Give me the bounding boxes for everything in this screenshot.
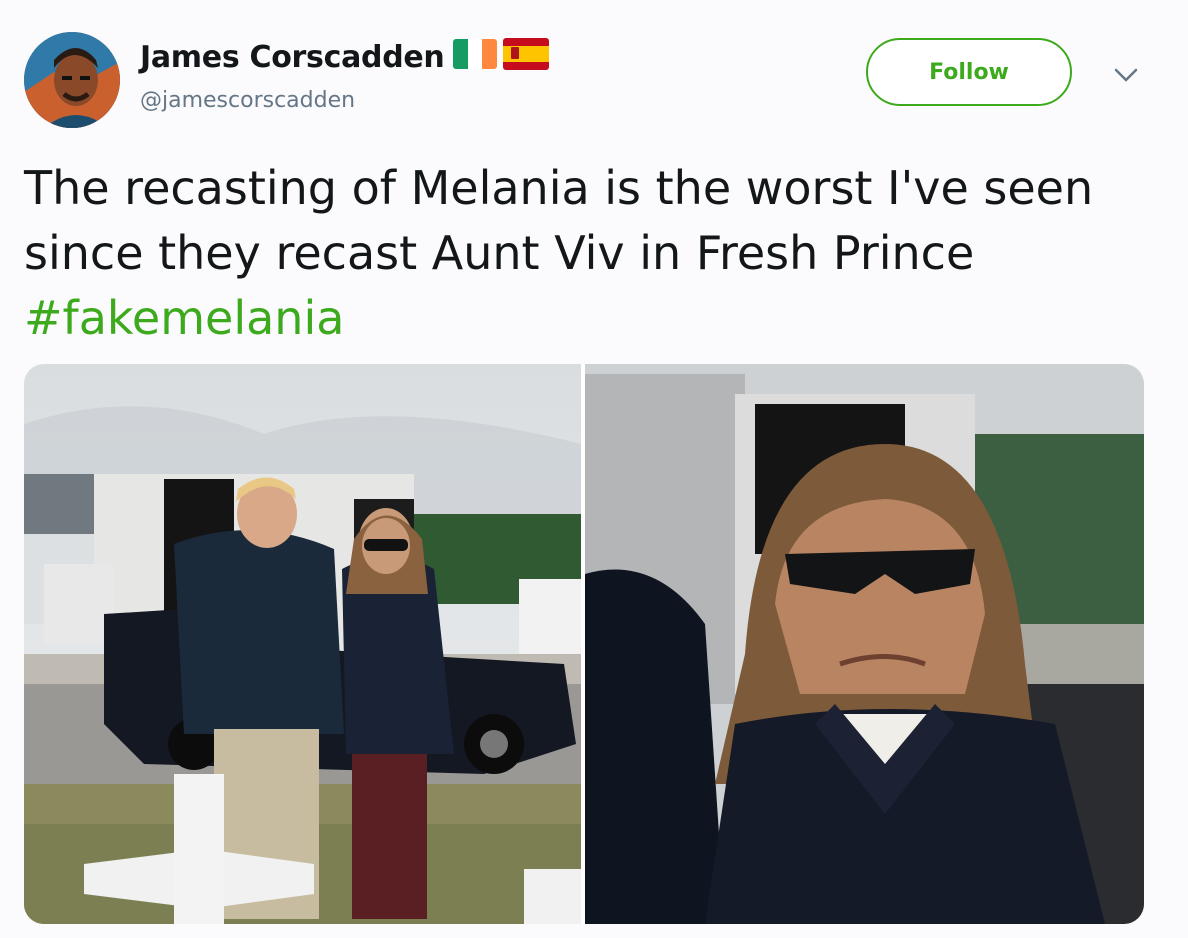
tweet-text-line-2: since they recast Aunt Viv in Fresh Prin… bbox=[24, 226, 975, 280]
author-name[interactable]: James Corscadden bbox=[140, 40, 445, 75]
spain-flag-icon bbox=[503, 38, 549, 70]
author-avatar[interactable] bbox=[24, 32, 120, 128]
avatar-illustration bbox=[24, 32, 120, 128]
author-handle[interactable]: @jamescorscadden bbox=[140, 88, 355, 113]
photo-closeup-illustration bbox=[585, 364, 1144, 924]
chevron-down-icon[interactable] bbox=[1112, 64, 1140, 86]
photo-couple-at-memorial[interactable] bbox=[24, 364, 581, 924]
follow-button[interactable]: Follow bbox=[866, 38, 1072, 106]
photo-closeup-sunglasses[interactable] bbox=[585, 364, 1144, 924]
flag-emojis bbox=[453, 38, 549, 70]
ireland-flag-icon bbox=[453, 39, 497, 69]
photo-couple-illustration bbox=[24, 364, 581, 924]
tweet-media bbox=[24, 364, 1144, 924]
tweet-text: The recasting of Melania is the worst I'… bbox=[24, 156, 1164, 351]
tweet-text-line-1: The recasting of Melania is the worst I'… bbox=[24, 161, 1094, 215]
hashtag-link[interactable]: #fakemelania bbox=[24, 286, 1164, 351]
